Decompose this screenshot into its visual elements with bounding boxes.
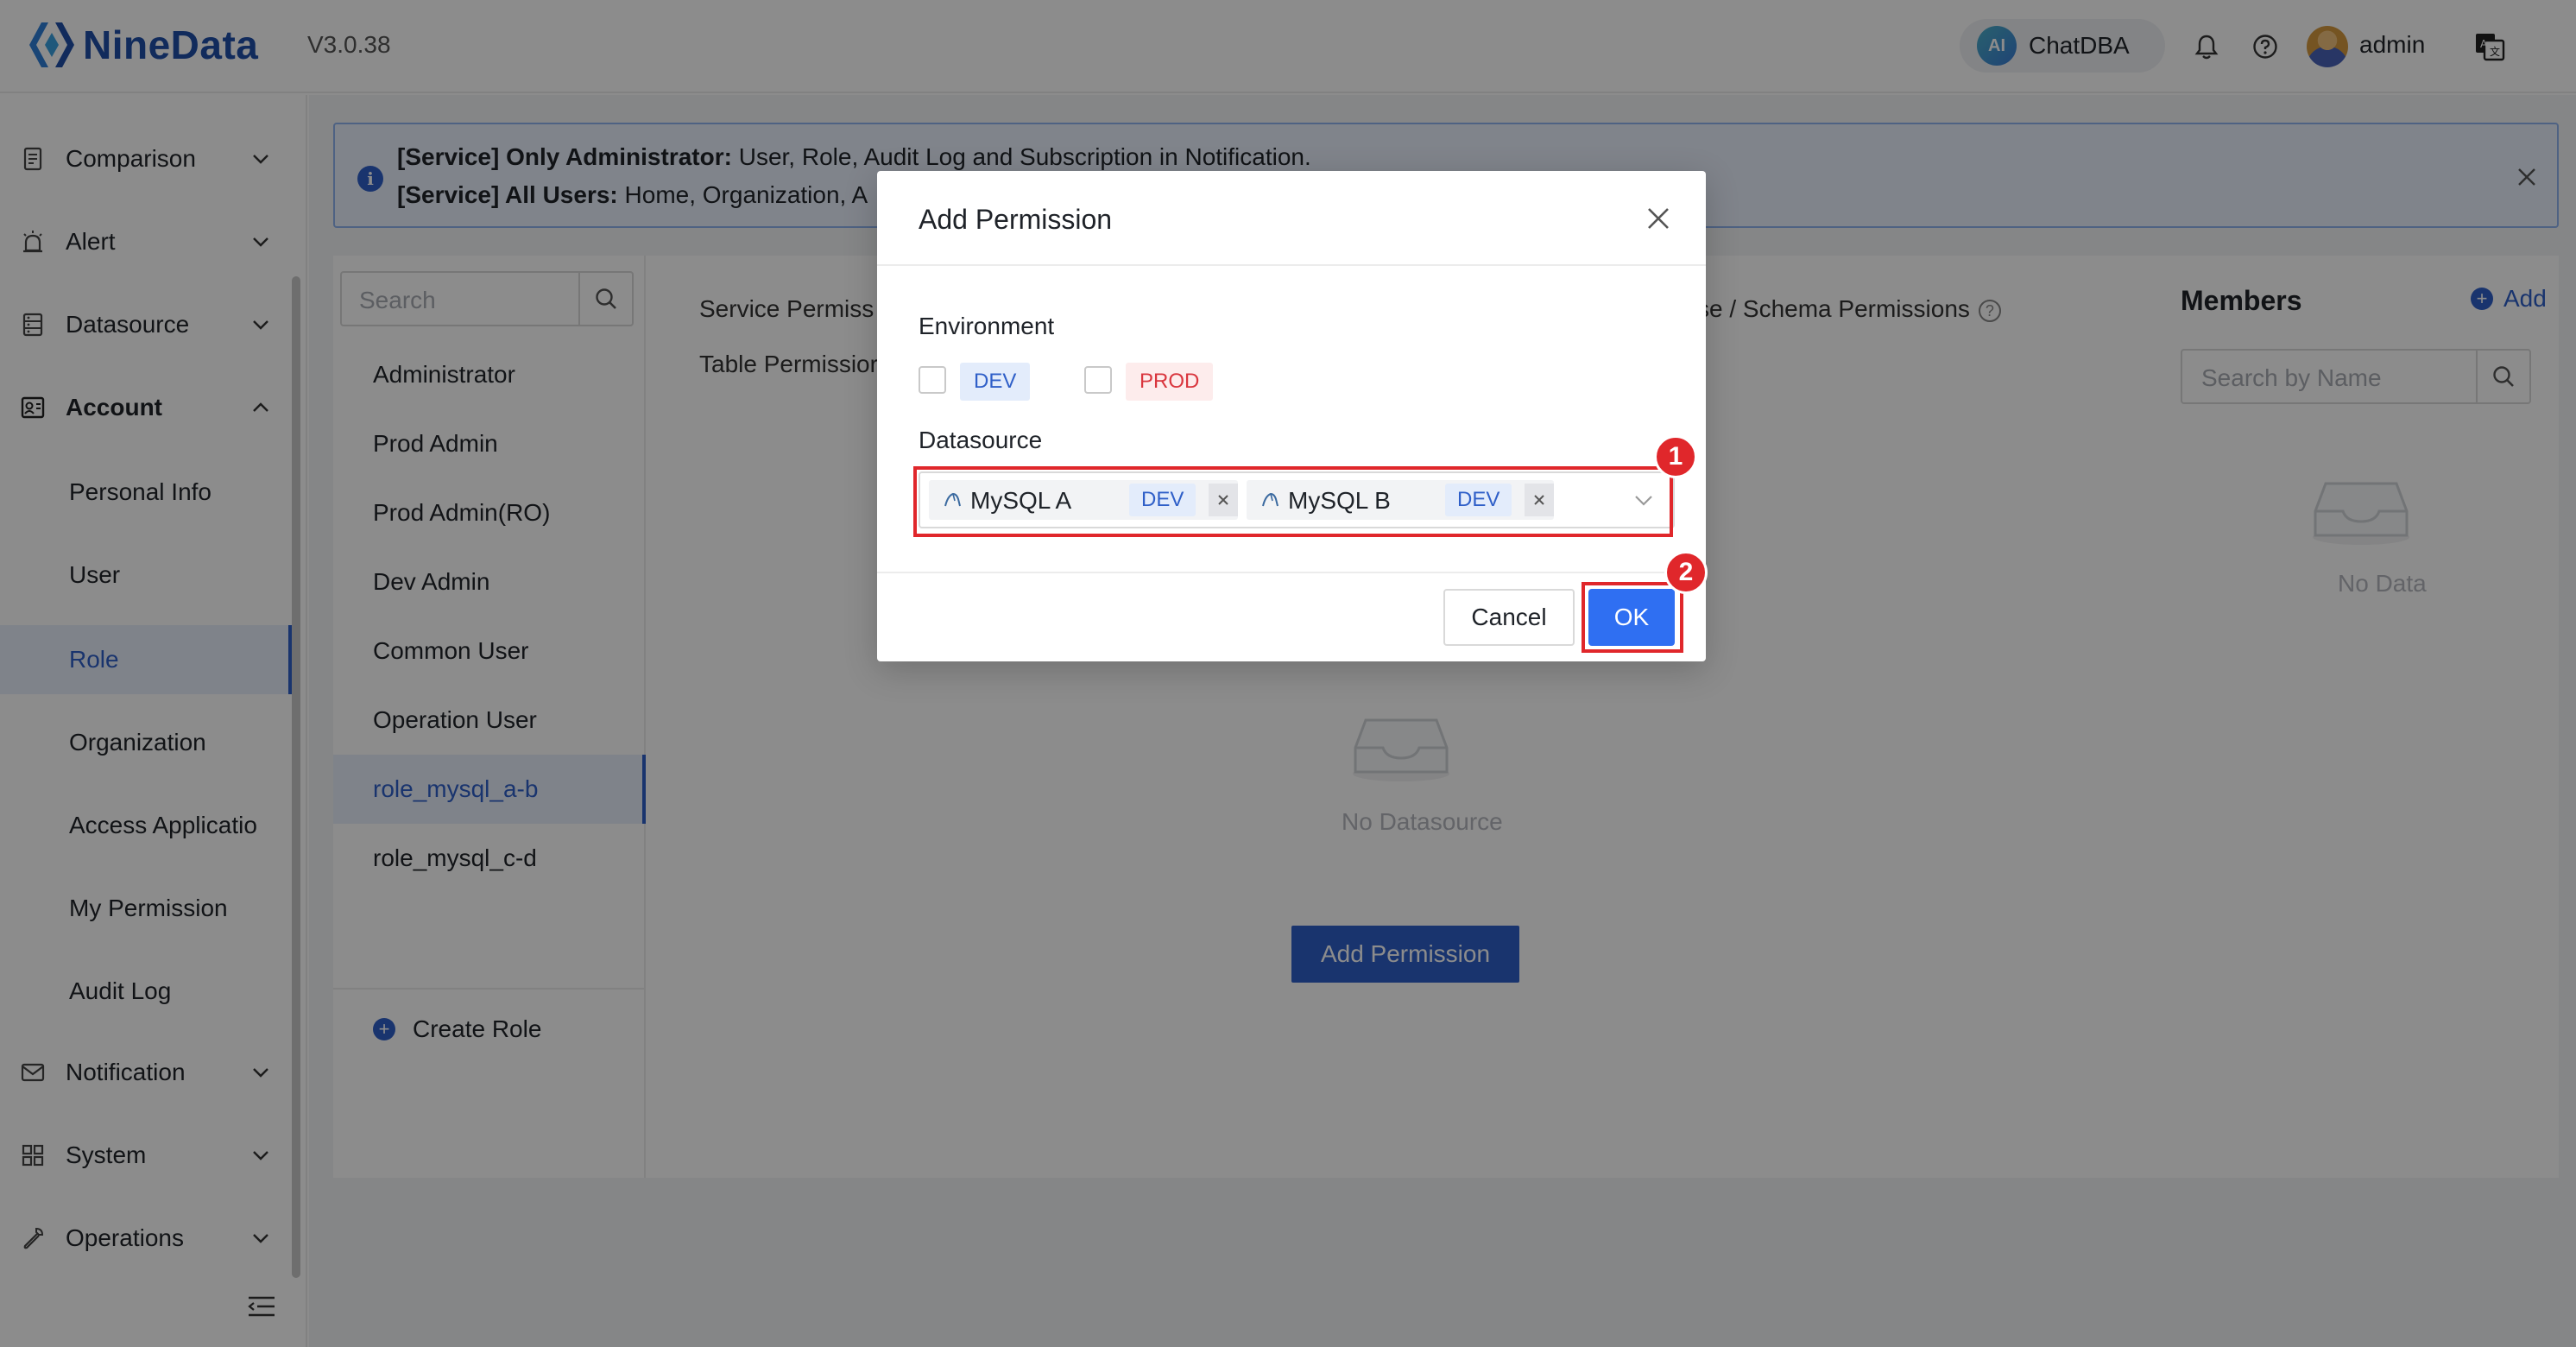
- app-page: NineData V3.0.38 AI ChatDBA admin A文 Com…: [0, 0, 2576, 1347]
- dialog-header: Add Permission: [877, 171, 1706, 266]
- step2-highlight: [1582, 582, 1683, 653]
- environment-label: Environment: [919, 313, 1055, 339]
- close-icon[interactable]: [1645, 206, 1671, 231]
- step1-highlight: [913, 466, 1673, 537]
- datasource-label: Datasource: [919, 427, 1043, 453]
- env-prod-checkbox[interactable]: [1084, 366, 1112, 394]
- step1-badge: 1: [1654, 435, 1697, 478]
- dialog-title: Add Permission: [919, 204, 1113, 235]
- divider: [877, 572, 1706, 573]
- env-prod-tag: PROD: [1126, 363, 1214, 401]
- env-dev-checkbox[interactable]: [919, 366, 946, 394]
- step2-badge: 2: [1664, 551, 1708, 594]
- env-dev-tag: DEV: [960, 363, 1031, 401]
- cancel-button[interactable]: Cancel: [1443, 589, 1575, 646]
